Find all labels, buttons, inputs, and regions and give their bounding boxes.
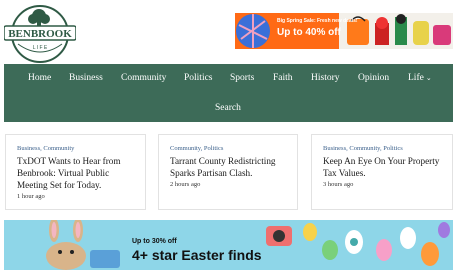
- article-timestamp: 2 hours ago: [170, 181, 201, 188]
- article-timestamp: 1 hour ago: [17, 193, 45, 200]
- article-card[interactable]: Business, Community, Politics Keep An Ey…: [311, 134, 453, 210]
- article-title[interactable]: TxDOT Wants to Hear from Benbrook: Virtu…: [17, 155, 134, 191]
- nav-item-politics[interactable]: Politics: [184, 73, 213, 83]
- nav-item-search[interactable]: Search: [215, 103, 241, 113]
- nav-item-sports[interactable]: Sports: [230, 73, 254, 83]
- bottom-advertisement[interactable]: Up to 30% off 4+ star Easter finds: [4, 220, 453, 270]
- nav-item-business[interactable]: Business: [69, 73, 103, 83]
- nav-item-history[interactable]: History: [311, 73, 340, 83]
- article-title[interactable]: Keep An Eye On Your Property Tax Values.: [323, 155, 441, 179]
- nav-item-opinion[interactable]: Opinion: [358, 73, 389, 83]
- ad-headline: 4+ star Easter finds: [132, 247, 262, 263]
- nav-item-life[interactable]: Life ⌄: [408, 73, 432, 83]
- nav-item-life-label: Life: [408, 73, 424, 83]
- site-logo[interactable]: BENBROOK L I F E: [3, 4, 77, 64]
- ad-small-text: Big Spring Sale: Fresh new deals!: [277, 18, 358, 24]
- article-title[interactable]: Tarrant County Redistricting Sparks Part…: [170, 155, 286, 179]
- ad-small-text: Up to 30% off: [132, 238, 177, 245]
- nav-item-home[interactable]: Home: [28, 73, 51, 83]
- nav-item-faith[interactable]: Faith: [273, 73, 293, 83]
- logo-text: BENBROOK: [8, 28, 72, 40]
- article-categories[interactable]: Business, Community: [17, 145, 134, 152]
- article-categories[interactable]: Business, Community, Politics: [323, 145, 441, 152]
- main-nav: Home Business Community Politics Sports …: [4, 64, 453, 122]
- top-advertisement[interactable]: Big Spring Sale: Fresh new deals! Up to …: [235, 13, 453, 49]
- nav-item-community[interactable]: Community: [121, 73, 166, 83]
- article-card[interactable]: Business, Community TxDOT Wants to Hear …: [5, 134, 146, 210]
- logo-subtext: L I F E: [33, 45, 48, 51]
- ad-headline: Up to 40% off: [277, 27, 341, 38]
- chevron-down-icon: ⌄: [425, 74, 432, 82]
- article-categories[interactable]: Community, Politics: [170, 145, 286, 152]
- article-card[interactable]: Community, Politics Tarrant County Redis…: [158, 134, 298, 210]
- article-timestamp: 3 hours ago: [323, 181, 354, 188]
